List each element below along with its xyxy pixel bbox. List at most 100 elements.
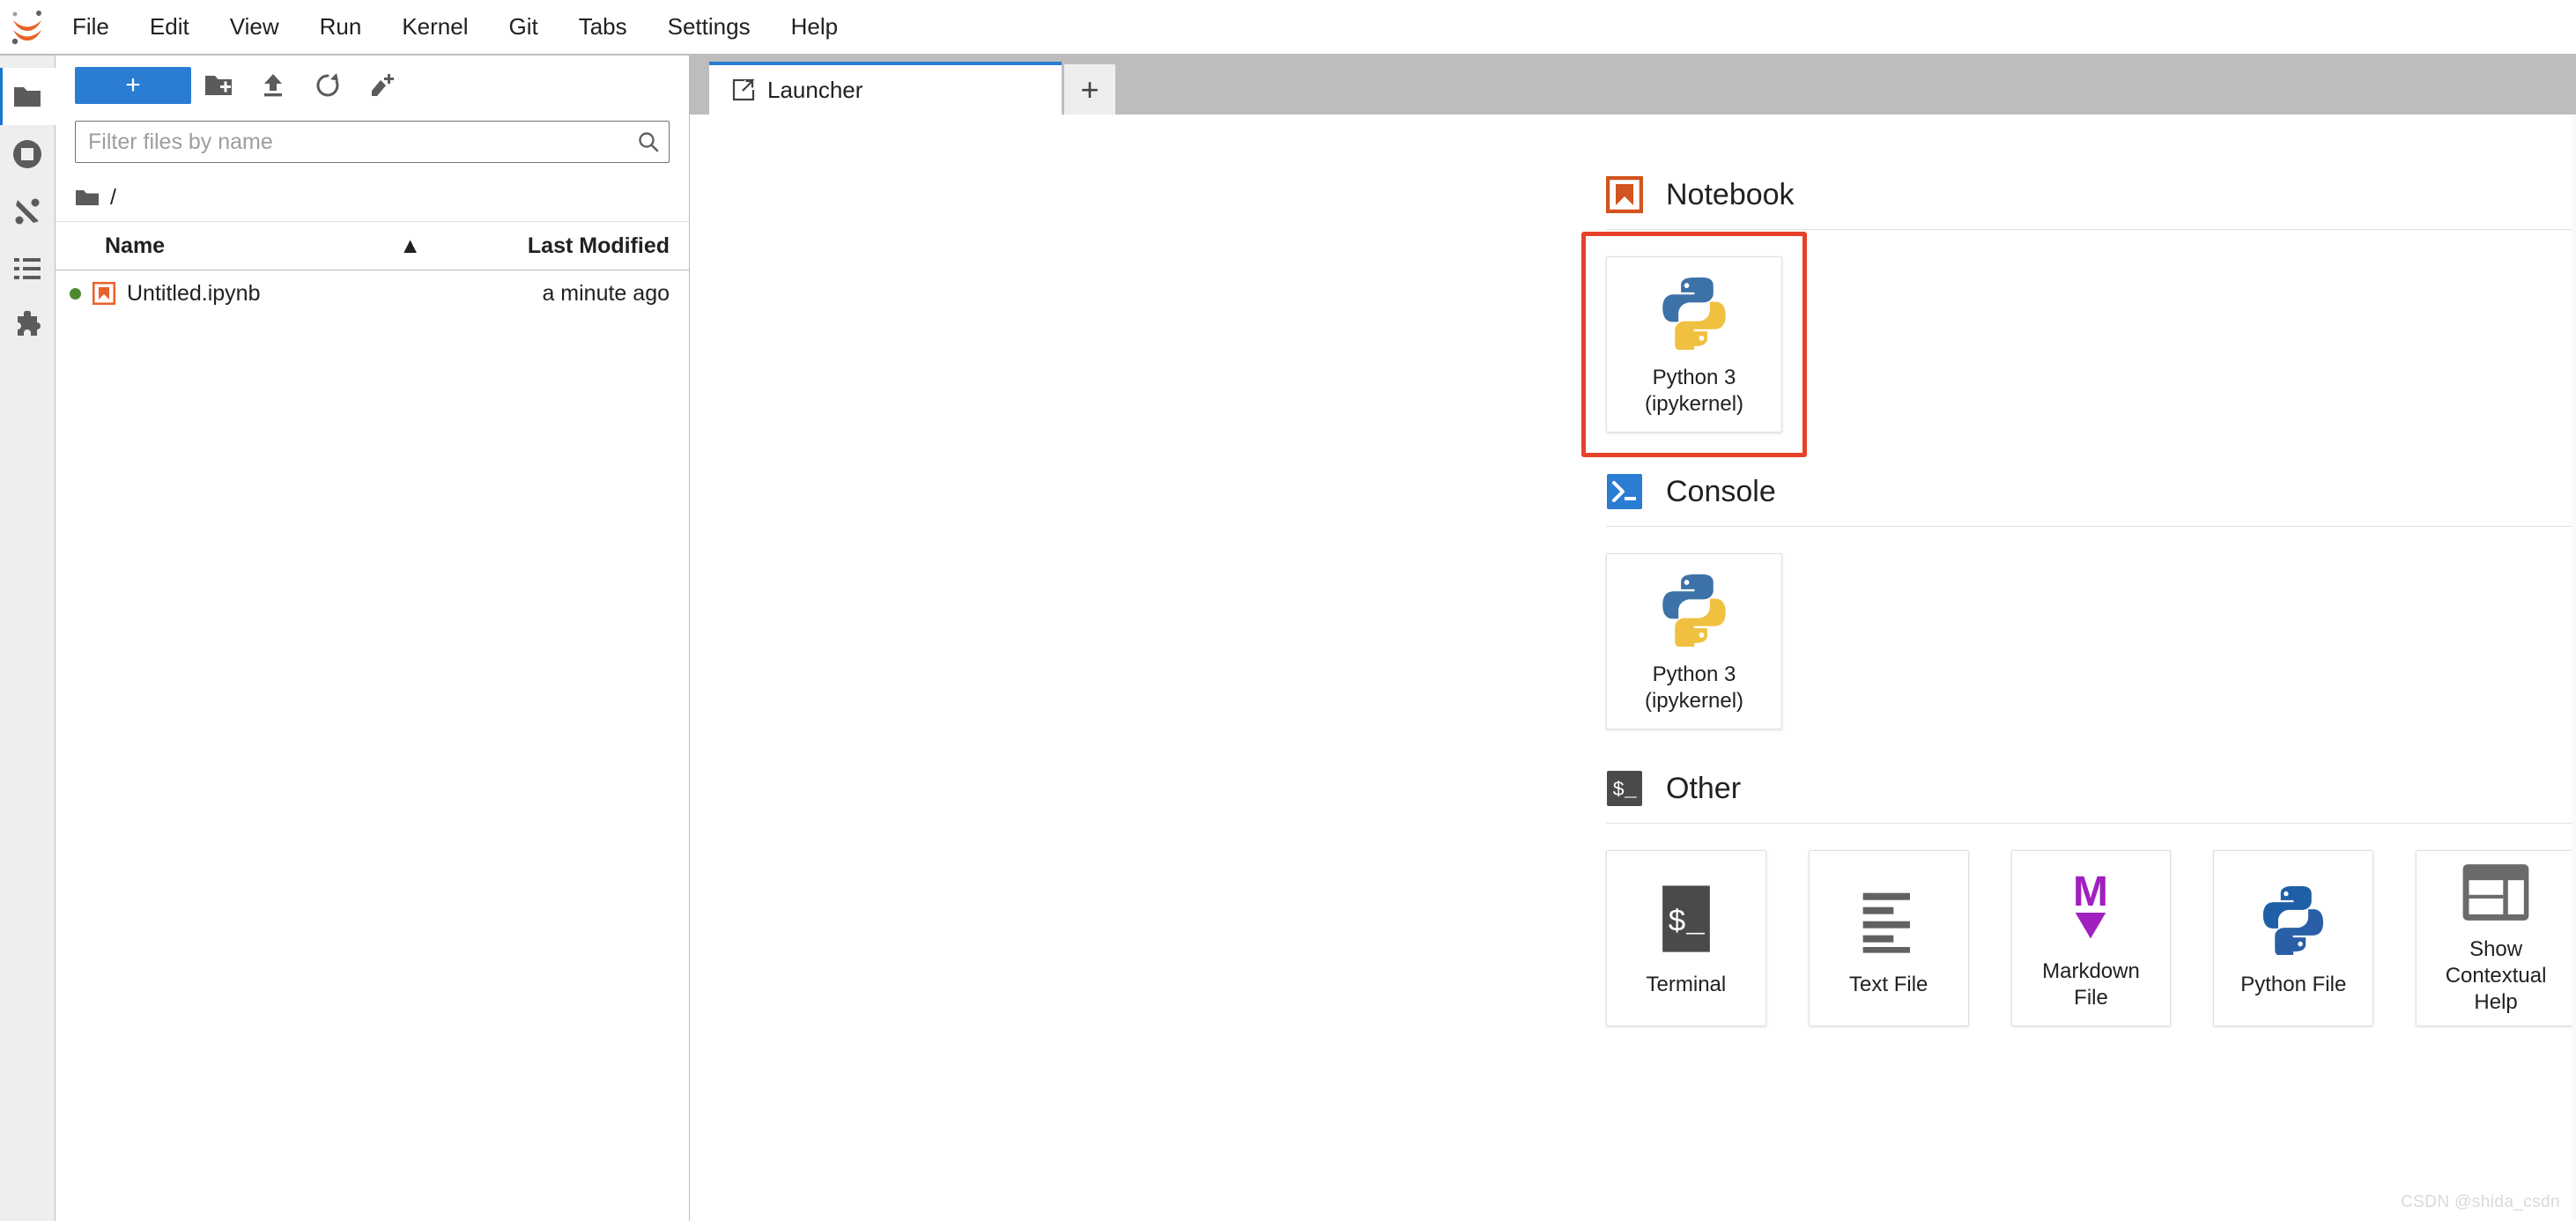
sidebar-item-running-terminals[interactable]: [0, 125, 56, 182]
card-label-line1: Python 3: [1652, 662, 1736, 686]
launcher-card-terminal[interactable]: $_ Terminal: [1606, 850, 1766, 1026]
menu-items: File Edit View Run Kernel Git Tabs Setti…: [55, 8, 861, 46]
launcher-section-console-header: Console: [1606, 473, 2576, 526]
menu-settings[interactable]: Settings: [650, 8, 768, 46]
menu-tabs[interactable]: Tabs: [561, 8, 645, 46]
add-tab-button[interactable]: +: [1063, 63, 1116, 115]
menu-kernel[interactable]: Kernel: [384, 8, 485, 46]
sidebar-item-git[interactable]: [0, 182, 56, 240]
card-label-line1: Python 3: [1652, 366, 1736, 389]
launcher-card-python-file-label: Python File: [2240, 972, 2346, 998]
python-icon: [2257, 878, 2329, 959]
launcher-section-other-title: Other: [1666, 771, 1742, 805]
launcher-cards-other: $_ Terminal Text File M Markdown File Py…: [1606, 824, 2576, 1067]
column-header-name[interactable]: Name ▲: [56, 233, 433, 259]
card-label-line2: (ipykernel): [1644, 392, 1744, 416]
file-row-name-cell: Untitled.ipynb: [56, 281, 433, 307]
file-filter-box: [75, 121, 670, 163]
card-label-line1: Show: [2469, 937, 2523, 961]
sidebar-item-file-browser[interactable]: [0, 68, 56, 125]
menu-view[interactable]: View: [212, 8, 297, 46]
jupyter-logo: [0, 7, 55, 48]
card-label-line2: (ipykernel): [1644, 689, 1744, 713]
launcher-card-python-file[interactable]: Python File: [2213, 850, 2374, 1026]
new-folder-icon: [205, 76, 232, 95]
terminal-icon: $_: [1655, 878, 1717, 959]
menu-file[interactable]: File: [55, 8, 127, 46]
column-header-last-modified[interactable]: Last Modified: [433, 233, 689, 259]
file-browser-toolbar: +: [56, 56, 689, 115]
card-label-line1: Text File: [1849, 973, 1928, 996]
menu-run[interactable]: Run: [302, 8, 380, 46]
tab-launcher[interactable]: Launcher: [709, 62, 1062, 115]
search-icon[interactable]: [628, 130, 669, 153]
launcher-card-markdown-file[interactable]: M Markdown File: [2010, 850, 2172, 1026]
breadcrumb-path: /: [110, 184, 116, 210]
markdown-icon: M: [2055, 865, 2126, 946]
jupyterlab-window: File Edit View Run Kernel Git Tabs Setti…: [0, 0, 2576, 1221]
launcher-card-text-file[interactable]: Text File: [1808, 850, 1969, 1026]
launcher-card-console-python3-wrap: Python 3 (ipykernel): [1606, 553, 1782, 729]
menu-help[interactable]: Help: [774, 8, 855, 46]
filter-files-input[interactable]: [76, 129, 628, 155]
breadcrumb[interactable]: /: [56, 174, 689, 221]
new-checkout-icon: [372, 74, 394, 96]
launcher-icon: [732, 78, 755, 101]
card-label-line1: Markdown File: [2042, 959, 2140, 1010]
folder-icon: [76, 190, 99, 205]
sidebar-item-extension-manager[interactable]: [0, 297, 56, 354]
launcher-section-notebook-header: Notebook: [1606, 176, 2576, 229]
launcher-card-markdown-file-label: Markdown File: [2023, 958, 2160, 1011]
sidebar-item-table-of-contents[interactable]: [0, 240, 56, 297]
git-branch-icon: [15, 198, 40, 224]
svg-text:$_: $_: [1668, 906, 1706, 940]
launcher-section-notebook: Notebook Python 3 (ipykernel): [1581, 176, 2576, 473]
console-icon: [1607, 474, 1642, 509]
svg-text:$_: $_: [1612, 779, 1637, 802]
file-list-header: Name ▲ Last Modified: [56, 221, 689, 270]
new-launcher-button[interactable]: +: [75, 67, 191, 104]
file-browser-panel: + Filter files by name / Name ▲ Last Mod…: [56, 56, 690, 1221]
file-name-label: Untitled.ipynb: [127, 280, 261, 306]
scrollbar-track[interactable]: [2572, 115, 2576, 1221]
upload-icon: [264, 74, 282, 97]
stop-circle-icon: [13, 139, 41, 168]
table-row[interactable]: Untitled.ipynb a minute ago: [56, 270, 689, 316]
python-icon: [1656, 271, 1732, 352]
notebook-icon: [1606, 176, 1643, 213]
sort-caret-icon: ▲: [399, 233, 421, 258]
tab-bar: Launcher +: [690, 56, 2576, 115]
notebook-icon: [93, 282, 115, 305]
launcher-card-console-python3[interactable]: Python 3 (ipykernel): [1606, 553, 1782, 729]
card-label-line1: Terminal: [1646, 973, 1727, 996]
launcher-cards-console: Python 3 (ipykernel): [1606, 527, 2576, 770]
column-header-name-label: Name: [105, 233, 166, 258]
launcher-section-console-title: Console: [1666, 474, 1776, 508]
kernel-running-indicator: [70, 287, 81, 300]
launcher-section-other: $_ Other $_ Terminal Text File M Markdow…: [1606, 770, 2576, 1067]
menu-git[interactable]: Git: [491, 8, 555, 46]
menu-edit[interactable]: Edit: [132, 8, 207, 46]
launcher-card-contextual-help-label: Show Contextual Help: [2427, 936, 2565, 1016]
new-checkout-button[interactable]: [355, 63, 410, 108]
main-area: Launcher + Notebook Python 3 (ipykernel)…: [690, 56, 2576, 1221]
svg-text:M: M: [2073, 869, 2108, 915]
list-icon: [14, 257, 41, 279]
refresh-icon: [316, 73, 339, 97]
launcher-card-notebook-python3-wrap: Python 3 (ipykernel): [1581, 232, 1807, 457]
launcher-section-console: Console Python 3 (ipykernel): [1606, 473, 2576, 770]
launcher-section-notebook-title: Notebook: [1666, 177, 1795, 211]
launcher-card-notebook-python3-label: Python 3 (ipykernel): [1645, 365, 1743, 418]
launcher-card-contextual-help[interactable]: Show Contextual Help: [2416, 850, 2576, 1026]
file-last-modified-label: a minute ago: [542, 280, 670, 306]
card-label-line1: Python File: [2240, 973, 2347, 996]
new-folder-button[interactable]: [191, 63, 246, 108]
text-file-icon: [1854, 878, 1924, 959]
refresh-file-list-button[interactable]: [300, 63, 355, 108]
upload-files-button[interactable]: [246, 63, 300, 108]
menu-bar: File Edit View Run Kernel Git Tabs Setti…: [0, 0, 2576, 56]
left-sidebar-rail: [0, 56, 56, 1221]
tab-launcher-label: Launcher: [767, 76, 863, 103]
workspace: + Filter files by name / Name ▲ Last Mod…: [0, 56, 2576, 1221]
launcher-card-notebook-python3[interactable]: Python 3 (ipykernel): [1606, 256, 1782, 433]
